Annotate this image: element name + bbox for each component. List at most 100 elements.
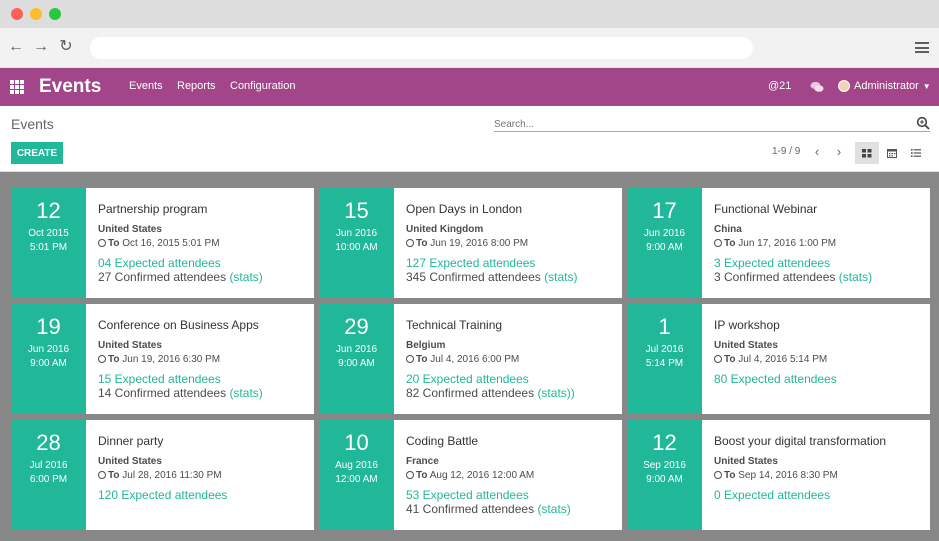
expected-attendees[interactable]: 0 Expected attendees (714, 488, 886, 502)
to-date: Jun 19, 2016 6:30 PM (122, 354, 221, 365)
reload-icon[interactable]: ↻ (56, 37, 76, 57)
confirmed-attendees: 14 Confirmed attendees (98, 386, 227, 400)
chat-icon[interactable] (810, 81, 824, 93)
event-card[interactable]: 1 Jul 2016 5:14 PM IP workshop United St… (627, 304, 930, 414)
stats-link[interactable]: (stats) (229, 386, 262, 400)
clock-icon (714, 471, 722, 479)
list-view-button[interactable] (904, 142, 928, 164)
menu-configuration[interactable]: Configuration (230, 80, 295, 92)
browser-titlebar (0, 0, 939, 28)
control-panel: Events CREATE 1-9 / 9 ‹ › (0, 106, 939, 172)
stats-link[interactable]: (stats)) (537, 386, 574, 400)
menu-events[interactable]: Events (129, 80, 163, 92)
pager-previous-button[interactable]: ‹ (810, 144, 824, 160)
event-month: Aug 2016 (335, 460, 378, 471)
to-label: To (108, 470, 120, 481)
event-card[interactable]: 17 Jun 2016 9:00 AM Functional Webinar C… (627, 188, 930, 298)
clock-icon (406, 355, 414, 363)
kanban-view-icon (862, 148, 872, 157)
confirmed-attendees-row: 345 Confirmed attendees (stats) (406, 270, 577, 284)
event-name[interactable]: Technical Training (406, 318, 575, 332)
event-date-block: 19 Jun 2016 9:00 AM (11, 304, 86, 414)
event-details: Coding Battle France To Aug 12, 2016 12:… (394, 420, 571, 530)
event-name[interactable]: Coding Battle (406, 434, 571, 448)
mentions-counter[interactable]: @21 (768, 80, 791, 92)
kanban-view: 12 Oct 2015 5:01 PM Partnership program … (0, 172, 939, 541)
address-bar[interactable] (90, 37, 753, 59)
maximize-window-button[interactable] (49, 8, 61, 20)
event-day: 28 (36, 430, 61, 455)
app-navbar: Events Events Reports Configuration @21 … (0, 68, 939, 106)
expected-attendees[interactable]: 53 Expected attendees (406, 488, 571, 502)
event-card[interactable]: 19 Jun 2016 9:00 AM Conference on Busine… (11, 304, 314, 414)
expected-attendees[interactable]: 3 Expected attendees (714, 256, 872, 270)
event-name[interactable]: Conference on Business Apps (98, 318, 263, 332)
kanban-view-button[interactable] (855, 142, 879, 164)
menu-icon[interactable] (915, 42, 929, 53)
clock-icon (714, 355, 722, 363)
confirmed-attendees-row: 82 Confirmed attendees (stats)) (406, 386, 575, 400)
stats-link[interactable]: (stats) (537, 502, 570, 516)
event-time: 9:00 AM (30, 358, 67, 369)
event-day: 19 (36, 314, 61, 339)
event-card[interactable]: 15 Jun 2016 10:00 AM Open Days in London… (319, 188, 622, 298)
close-window-button[interactable] (11, 8, 23, 20)
list-view-icon (911, 149, 921, 157)
event-month: Jun 2016 (335, 228, 378, 239)
event-name[interactable]: Dinner party (98, 434, 227, 448)
event-card[interactable]: 28 Jul 2016 6:00 PM Dinner party United … (11, 420, 314, 530)
expected-attendees[interactable]: 127 Expected attendees (406, 256, 577, 270)
to-date: Sep 14, 2016 8:30 PM (738, 470, 838, 481)
event-day: 12 (36, 198, 61, 223)
event-card[interactable]: 12 Sep 2016 9:00 AM Boost your digital t… (627, 420, 930, 530)
confirmed-attendees: 345 Confirmed attendees (406, 270, 541, 284)
event-card[interactable]: 10 Aug 2016 12:00 AM Coding Battle Franc… (319, 420, 622, 530)
to-label: To (108, 238, 120, 249)
user-menu[interactable]: Administrator ▼ (838, 80, 931, 92)
event-end-date: To Jul 28, 2016 11:30 PM (98, 470, 227, 481)
to-label: To (416, 470, 428, 481)
event-name[interactable]: Open Days in London (406, 202, 577, 216)
browser-toolbar: ← → ↻ (0, 28, 939, 68)
event-name[interactable]: IP workshop (714, 318, 837, 332)
event-time: 9:00 AM (646, 242, 683, 253)
pager-value[interactable]: 1-9 / 9 (772, 146, 800, 157)
event-card[interactable]: 29 Jun 2016 9:00 AM Technical Training B… (319, 304, 622, 414)
to-label: To (724, 354, 736, 365)
back-icon[interactable]: ← (6, 37, 26, 57)
search-icon[interactable] (916, 116, 930, 130)
confirmed-attendees-row: 41 Confirmed attendees (stats) (406, 502, 571, 516)
event-date-block: 12 Oct 2015 5:01 PM (11, 188, 86, 298)
expected-attendees[interactable]: 80 Expected attendees (714, 372, 837, 386)
forward-icon[interactable]: → (31, 37, 51, 57)
apps-icon[interactable] (10, 80, 24, 94)
confirmed-attendees: 3 Confirmed attendees (714, 270, 836, 284)
to-label: To (108, 354, 120, 365)
minimize-window-button[interactable] (30, 8, 42, 20)
search-input[interactable] (494, 117, 894, 130)
event-card[interactable]: 12 Oct 2015 5:01 PM Partnership program … (11, 188, 314, 298)
expected-attendees[interactable]: 04 Expected attendees (98, 256, 263, 270)
stats-link[interactable]: (stats) (229, 270, 262, 284)
expected-attendees[interactable]: 15 Expected attendees (98, 372, 263, 386)
event-country: United States (714, 340, 778, 351)
event-country: United States (98, 456, 162, 467)
event-name[interactable]: Functional Webinar (714, 202, 872, 216)
stats-link[interactable]: (stats) (839, 270, 872, 284)
stats-link[interactable]: (stats) (544, 270, 577, 284)
event-name[interactable]: Partnership program (98, 202, 263, 216)
to-date: Jun 17, 2016 1:00 PM (738, 238, 837, 249)
event-country: United States (98, 340, 162, 351)
event-day: 29 (344, 314, 369, 339)
event-day: 1 (658, 314, 671, 339)
expected-attendees[interactable]: 20 Expected attendees (406, 372, 575, 386)
event-name[interactable]: Boost your digital transformation (714, 434, 886, 448)
menu-reports[interactable]: Reports (177, 80, 216, 92)
pager-next-button[interactable]: › (832, 144, 846, 160)
event-details: Open Days in London United Kingdom To Ju… (394, 188, 577, 298)
expected-attendees[interactable]: 120 Expected attendees (98, 488, 227, 502)
calendar-view-button[interactable] (880, 142, 904, 164)
create-button[interactable]: CREATE (11, 142, 63, 164)
event-day: 17 (652, 198, 677, 223)
event-end-date: To Jul 4, 2016 6:00 PM (406, 354, 575, 365)
